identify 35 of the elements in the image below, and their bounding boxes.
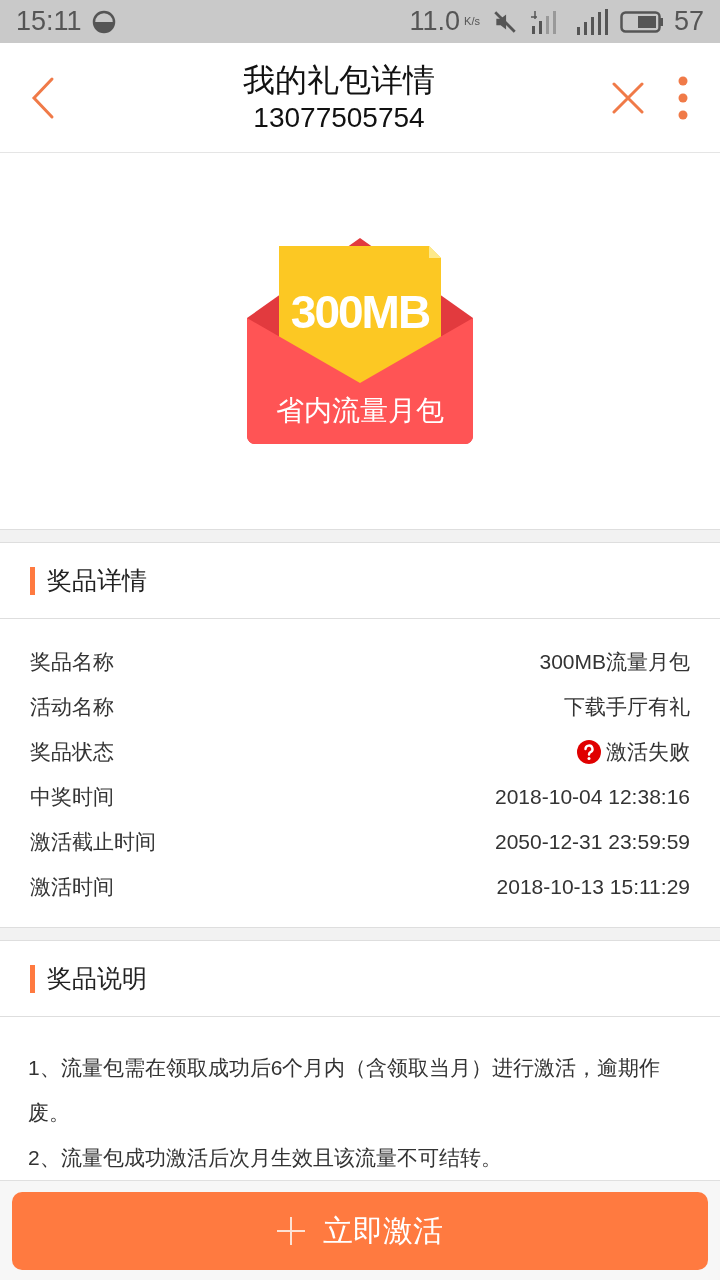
note-text: 2、流量包成功激活后次月生效且该流量不可结转。	[28, 1145, 503, 1171]
half-circle-icon	[91, 9, 116, 34]
section-title: 奖品详情	[47, 564, 147, 596]
section-title: 奖品说明	[47, 962, 147, 994]
detail-value: 2050-12-31 23:59:59	[495, 828, 690, 855]
gift-name: 省内流量月包	[275, 394, 445, 428]
detail-value: 2018-10-04 12:38:16	[495, 783, 690, 810]
speed-unit: K/s	[464, 14, 480, 30]
signal-icon	[575, 8, 608, 35]
status-time: 15:11	[16, 5, 82, 39]
detail-value: 2018-10-13 15:11:29	[496, 873, 690, 900]
accent-bar	[30, 964, 35, 993]
activate-button[interactable]: 立即激活	[12, 1191, 708, 1270]
back-icon	[30, 75, 56, 120]
question-icon	[577, 739, 601, 764]
detail-label: 奖品状态	[30, 738, 114, 765]
page-title: 我的礼包详情	[243, 60, 435, 100]
accent-bar	[30, 566, 35, 595]
note-text: 1、流量包需在领取成功后6个月内（含领取当月）进行激活，逾期作废。	[28, 1055, 662, 1126]
detail-label: 激活时间	[30, 873, 114, 900]
detail-value: 激活失败	[606, 738, 690, 765]
detail-value: 下载手厅有礼	[564, 693, 690, 720]
plus-icon	[277, 1216, 305, 1245]
phone-number: 13077505754	[253, 100, 425, 135]
detail-label: 活动名称	[30, 693, 114, 720]
close-icon	[612, 81, 644, 114]
more-icon	[677, 75, 689, 120]
detail-label: 激活截止时间	[30, 828, 156, 855]
detail-label: 奖品名称	[30, 648, 114, 675]
detail-label: 中奖时间	[30, 783, 114, 810]
detail-value: 300MB流量月包	[539, 648, 690, 675]
network-speed: 11.0	[409, 5, 461, 39]
gift-amount: 300MB	[289, 285, 431, 340]
battery-level: 57	[673, 5, 704, 39]
battery-icon	[619, 10, 664, 33]
